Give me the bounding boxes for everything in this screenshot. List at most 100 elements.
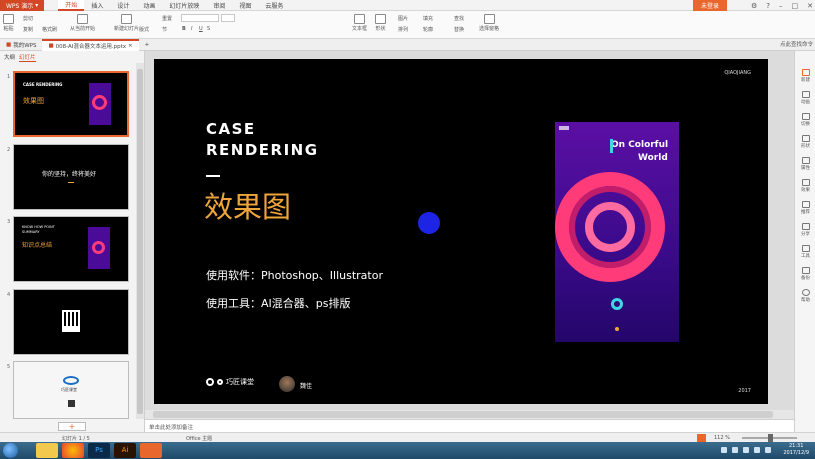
close-icon[interactable]: ✕	[807, 2, 813, 10]
outline-button[interactable]: 轮廓	[423, 26, 433, 33]
find-button[interactable]: 查找	[454, 15, 464, 22]
sidebar-shape[interactable]: 形状	[795, 135, 815, 149]
bold-button[interactable]: B	[182, 26, 186, 32]
replace-button[interactable]: 替换	[454, 26, 464, 33]
sidebar-transition[interactable]: 切换	[795, 113, 815, 127]
poster-tag	[559, 126, 569, 130]
cut-button[interactable]: 剪切	[23, 15, 33, 22]
canvas-hscrollbar[interactable]	[145, 410, 794, 419]
clock-date: 2017/12/9	[783, 450, 809, 456]
arrange-button[interactable]: 排列	[398, 26, 408, 33]
illustrator-icon[interactable]: Ai	[114, 443, 136, 458]
network-icon[interactable]	[765, 447, 771, 453]
tab-insert[interactable]: 插入	[84, 0, 110, 11]
slide-thumbnail[interactable]	[13, 289, 129, 355]
tab-slideshow[interactable]: 幻灯片放映	[162, 0, 206, 11]
sidebar-effects[interactable]: 效果	[795, 179, 815, 193]
sidebar-properties[interactable]: 属性	[795, 157, 815, 171]
reset-button[interactable]: 重置	[162, 15, 172, 22]
explorer-icon[interactable]	[36, 443, 58, 458]
from-current-button[interactable]: 从当前开始	[70, 14, 95, 32]
text-box-icon	[354, 14, 365, 24]
tab-outline[interactable]: 大纲	[4, 53, 15, 61]
tab-cloud[interactable]: 云服务	[258, 0, 290, 11]
tray-icon[interactable]	[743, 447, 749, 453]
notes-pane[interactable]: 单击此处添加备注	[145, 419, 794, 432]
tab-design[interactable]: 设计	[110, 0, 136, 11]
help-icon[interactable]: ?	[766, 2, 770, 10]
thumb-title-cn: 知识点总结	[22, 242, 53, 249]
chrome-icon[interactable]	[62, 443, 84, 458]
sidebar-animation[interactable]: 动画	[795, 91, 815, 105]
thumbnail-scrollbar[interactable]	[136, 63, 144, 419]
font-size-input[interactable]	[221, 14, 235, 22]
poster-accent-bar	[610, 139, 613, 153]
app-menu-button[interactable]: WPS 演示 ▾	[0, 0, 45, 11]
sidebar-tools[interactable]: 工具	[795, 245, 815, 259]
wps-presentation-icon[interactable]	[140, 443, 162, 458]
slide-thumb-row[interactable]: 4	[0, 289, 136, 357]
scroll-thumb[interactable]	[137, 69, 143, 414]
slide-thumb-row[interactable]: 3 KNOW HOW POINT SUMMARY 知识点总结	[0, 216, 136, 284]
section-button[interactable]: 节	[162, 26, 167, 33]
font-name-input[interactable]	[181, 14, 219, 22]
select-pane-button[interactable]: 选择窗格	[479, 14, 499, 32]
volume-icon[interactable]	[754, 447, 760, 453]
tray-icon[interactable]	[732, 447, 738, 453]
slide-thumb-row[interactable]: 5 巧匠课堂	[0, 361, 136, 419]
tab-home[interactable]: 开始	[58, 0, 85, 11]
slide-thumbnail[interactable]: KNOW HOW POINT SUMMARY 知识点总结	[13, 216, 129, 282]
login-button[interactable]: 未登录	[693, 0, 727, 11]
hscroll-thumb[interactable]	[153, 411, 773, 418]
underline-button[interactable]: U	[199, 26, 203, 32]
new-tab-button[interactable]: +	[139, 39, 156, 51]
tray-icon[interactable]	[721, 447, 727, 453]
slide-thumbnail[interactable]: CASE RENDERING 效果图	[13, 71, 129, 137]
wps-logo-icon: ■	[6, 41, 12, 48]
minimize-icon[interactable]: –	[779, 2, 783, 10]
chevron-down-icon: ▾	[35, 1, 39, 9]
picture-button[interactable]: 图片	[398, 15, 408, 22]
zoom-level[interactable]: 112 %	[714, 435, 730, 441]
italic-button[interactable]: I	[191, 26, 192, 32]
tab-review[interactable]: 审阅	[206, 0, 232, 11]
tab-slides[interactable]: 幻灯片	[19, 53, 36, 62]
slide-canvas: QIAOJIANG CASE RENDERING 效果图 使用软件：Photos…	[145, 51, 794, 419]
format-painter-button[interactable]: 格式刷	[42, 26, 57, 33]
copy-button[interactable]: 复制	[23, 26, 33, 33]
gear-icon[interactable]: ⚙	[751, 2, 757, 10]
strike-button[interactable]: S	[207, 26, 210, 32]
photoshop-icon[interactable]: Ps	[88, 443, 110, 458]
clock[interactable]: 21:31 2017/12/9	[783, 443, 809, 457]
add-slide-button[interactable]: +	[58, 422, 86, 431]
tab-my-wps[interactable]: ■ 我的WPS	[0, 39, 42, 51]
current-slide[interactable]: QIAOJIANG CASE RENDERING 效果图 使用软件：Photos…	[154, 59, 768, 404]
tab-document[interactable]: ■ 008-AI混合器文本运用.pptx ×	[42, 38, 139, 51]
sidebar-recommend[interactable]: 推荐	[795, 201, 815, 215]
close-tab-icon[interactable]: ×	[128, 43, 133, 49]
sidebar-new[interactable]: 新建	[795, 69, 815, 83]
text-box-button[interactable]: 文本框	[352, 14, 367, 32]
fill-button[interactable]: 填充	[423, 15, 433, 22]
slide-thumbnail[interactable]: 你的坚持，终将美好	[13, 144, 129, 210]
command-search[interactable]: 点此查找命令	[780, 40, 813, 48]
maximize-icon[interactable]: □	[792, 2, 799, 10]
sidebar-backup[interactable]: 备份	[795, 267, 815, 281]
slide-number: 3	[7, 219, 11, 225]
tab-animation[interactable]: 动画	[136, 0, 162, 11]
play-slideshow-button[interactable]	[697, 434, 706, 442]
layout-button[interactable]: 版式	[139, 26, 149, 33]
paste-button[interactable]: 粘贴	[3, 14, 14, 32]
shape-button[interactable]: 形状	[375, 14, 386, 32]
clock-time: 21:31	[788, 443, 804, 449]
start-button[interactable]	[3, 443, 18, 458]
slide-thumbnail[interactable]: 巧匠课堂	[13, 361, 129, 419]
zoom-slider-knob[interactable]	[768, 434, 773, 442]
slide-thumb-row[interactable]: 1 CASE RENDERING 效果图	[0, 71, 136, 139]
new-icon	[801, 69, 810, 76]
sidebar-help[interactable]: 帮助	[795, 289, 815, 303]
slide-thumb-row[interactable]: 2 你的坚持，终将美好	[0, 144, 136, 212]
new-slide-button[interactable]: 新建幻灯片	[114, 14, 139, 32]
sidebar-share[interactable]: 分享	[795, 223, 815, 237]
tab-view[interactable]: 视图	[232, 0, 258, 11]
